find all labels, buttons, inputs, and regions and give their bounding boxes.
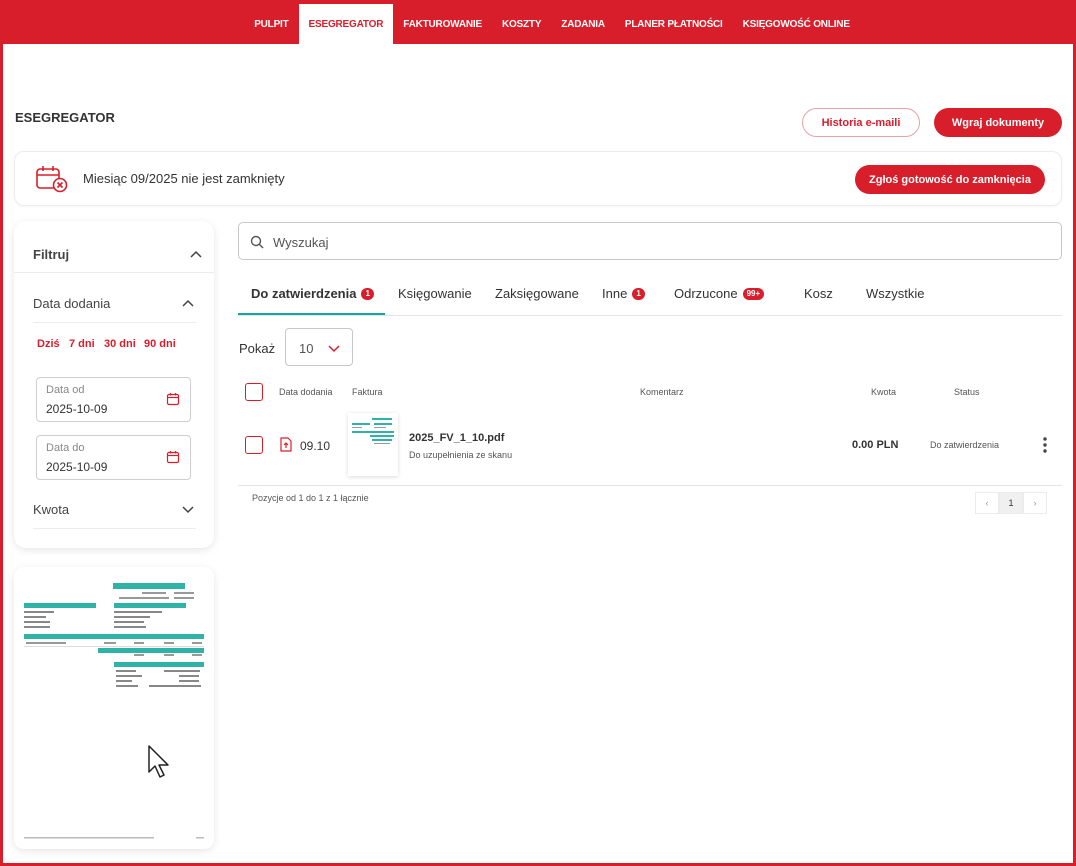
divider [33,322,196,323]
row-amount: 0.00 PLN [852,439,899,451]
date-from-label: Data od [46,384,85,396]
tab-label: Księgowanie [398,286,472,301]
tab-odrzucone[interactable]: Odrzucone 99+ [674,286,765,301]
column-header-amount[interactable]: Kwota [871,387,896,397]
row-filename[interactable]: 2025_FV_1_10.pdf [409,432,504,444]
page-size-select[interactable]: 10 [285,328,353,366]
date-from-value: 2025-10-09 [46,402,108,416]
next-page-button[interactable]: › [1023,492,1047,514]
tab-label: Inne [602,286,628,301]
filter-title: Filtruj [33,247,70,262]
page-size-value: 10 [299,341,314,356]
nav-item-koszty[interactable]: KOSZTY [492,4,551,44]
document-preview [14,567,214,849]
page-title: ESEGREGATOR [15,110,115,125]
filter-panel: Filtruj Data dodania Dziś 7 dni 30 dni 9… [14,221,214,548]
row-date: 09.10 [300,439,331,453]
tab-label: Kosz [804,286,833,301]
tab-wszystkie[interactable]: Wszystkie [866,286,925,301]
tab-label: Wszystkie [866,286,925,301]
tab-label: Zaksięgowane [495,286,579,301]
search-icon [250,235,264,249]
chevron-down-icon[interactable] [182,506,194,514]
tab-do-zatwierdzenia[interactable]: Do zatwierdzenia 1 [251,286,374,301]
date-to-label: Data do [46,442,85,454]
file-upload-icon [280,437,292,452]
nav-item-esegregator[interactable]: ESEGREGATOR [298,4,394,44]
column-header-invoice[interactable]: Faktura [352,387,383,397]
count-badge: 1 [361,288,374,300]
report-ready-to-close-button[interactable]: Zgłoś gotowość do zamknięcia [855,165,1045,194]
quick-filter-7-days[interactable]: 7 dni [69,338,95,350]
chevron-up-icon[interactable] [182,299,194,307]
divider [238,485,1062,486]
nav-item-planer-platnosci[interactable]: PLANER PŁATNOŚCI [615,4,733,44]
count-badge: 99+ [742,288,765,300]
tab-ksiegowanie[interactable]: Księgowanie [398,286,472,301]
quick-filter-today[interactable]: Dziś [37,338,60,350]
row-status: Do zatwierdzenia [930,440,1000,450]
month-status-banner: Miesiąc 09/2025 nie jest zamknięty Zgłoś… [14,151,1062,206]
calendar-icon[interactable] [166,392,180,406]
filter-header[interactable]: Filtruj [14,221,214,273]
more-options-icon[interactable] [1042,436,1048,454]
month-status-text: Miesiąc 09/2025 nie jest zamknięty [83,171,285,186]
nav-item-zadania[interactable]: ZADANIA [551,4,615,44]
document-tabs: Do zatwierdzenia 1 Księgowanie Zaksięgowa… [238,272,1062,316]
date-from-field[interactable]: Data od 2025-10-09 [36,377,191,422]
invoice-thumbnail[interactable] [348,413,398,476]
date-to-value: 2025-10-09 [46,460,108,474]
quick-filter-90-days[interactable]: 90 dni [144,338,176,350]
chevron-down-icon [328,345,340,353]
page-size-label: Pokaż [239,341,276,356]
count-badge: 1 [632,288,645,300]
invoice-preview-image [24,583,204,839]
top-navigation: PULPIT ESEGREGATOR FAKTUROWANIE KOSZTY Z… [0,0,1076,44]
column-header-status[interactable]: Status [954,387,980,397]
page-button-1[interactable]: 1 [999,492,1023,514]
chevron-up-icon[interactable] [190,250,202,258]
calendar-icon[interactable] [166,450,180,464]
tab-label: Odrzucone [674,286,738,301]
row-file-subtitle: Do uzupełnienia ze skanu [409,450,513,460]
tab-kosz[interactable]: Kosz [804,286,833,301]
upload-documents-button[interactable]: Wgraj dokumenty [934,108,1062,137]
divider [33,528,196,529]
amount-section-title[interactable]: Kwota [33,502,69,517]
pagination: ‹ 1 › [975,492,1049,514]
nav-item-pulpit[interactable]: PULPIT [244,4,298,44]
tab-inne[interactable]: Inne 1 [602,286,645,301]
tab-zaksiegowane[interactable]: Zaksięgowane [495,286,579,301]
nav-item-fakturowanie[interactable]: FAKTUROWANIE [393,4,492,44]
pagination-summary: Pozycje od 1 do 1 z 1 łącznie [252,493,369,503]
active-tab-indicator [238,313,385,315]
date-to-field[interactable]: Data do 2025-10-09 [36,435,191,480]
row-checkbox[interactable] [245,436,263,454]
column-header-comment[interactable]: Komentarz [640,387,684,397]
previous-page-button[interactable]: ‹ [975,492,999,514]
tab-label: Do zatwierdzenia [251,286,357,301]
email-history-button[interactable]: Historia e-maili [802,108,920,137]
column-header-date[interactable]: Data dodania [279,387,333,397]
search-input[interactable] [273,232,873,252]
search-box[interactable] [238,222,1062,260]
nav-item-ksiegowosc-online[interactable]: KSIĘGOWOŚĆ ONLINE [733,4,860,44]
calendar-x-icon [36,166,68,193]
select-all-checkbox[interactable] [245,383,263,401]
mouse-cursor-icon [148,745,169,778]
date-added-section-title[interactable]: Data dodania [33,296,110,311]
quick-filter-30-days[interactable]: 30 dni [104,338,136,350]
